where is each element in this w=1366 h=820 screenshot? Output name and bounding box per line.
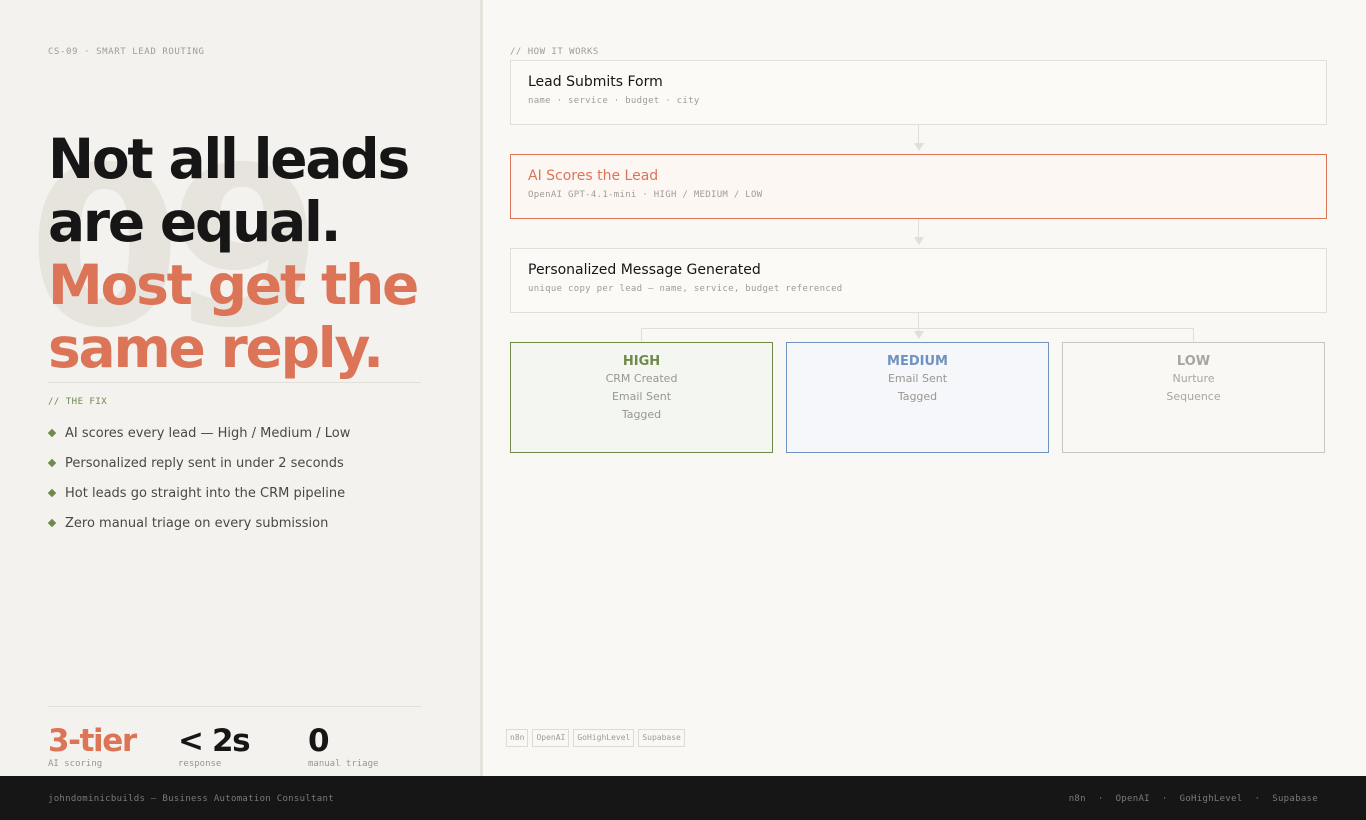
separator-dot: ·: [1254, 794, 1261, 804]
divider: [48, 382, 421, 383]
list-item: Hot leads go straight into the CRM pipel…: [47, 478, 350, 508]
tier-item: Sequence: [1166, 390, 1221, 403]
fix-item-text: Zero manual triage on every submission: [65, 515, 329, 531]
fix-item-text: Personalized reply sent in under 2 secon…: [65, 455, 344, 471]
connector-line: [918, 219, 919, 239]
divider: [48, 706, 421, 707]
fix-item-text: Hot leads go straight into the CRM pipel…: [65, 485, 346, 501]
tier-item: Tagged: [621, 408, 662, 421]
tag-gohighlevel: GoHighLevel: [573, 729, 635, 747]
stats-row: 3-tier AI scoring < 2s response 0 manual…: [48, 724, 438, 769]
step-subtitle: name · service · budget · city: [528, 96, 700, 106]
separator-dot: ·: [1161, 794, 1168, 804]
step-ai-scores-lead: AI Scores the Lead OpenAI GPT-4.1-mini ·…: [510, 154, 1327, 219]
stat-label: manual triage: [308, 759, 379, 769]
tier-title: HIGH: [622, 354, 661, 369]
diamond-bullet-icon: [47, 488, 57, 498]
fix-item-text: AI scores every lead — High / Medium / L…: [65, 425, 351, 441]
step-lead-submits-form: Lead Submits Form name · service · budge…: [510, 60, 1327, 125]
stat-label: AI scoring: [48, 759, 103, 769]
list-item: AI scores every lead — High / Medium / L…: [47, 418, 351, 448]
step-subtitle: unique copy per lead — name, service, bu…: [528, 284, 843, 294]
footer: johndominicbuilds — Business Automation …: [0, 776, 1366, 820]
how-it-works-label: // HOW IT WORKS: [510, 47, 599, 57]
arrow-down-icon: [914, 331, 924, 339]
stat-value: 3-tier: [48, 723, 137, 759]
tier-item: Nurture: [1172, 372, 1215, 385]
branch-line: [1193, 328, 1194, 342]
fix-section-label: // THE FIX: [48, 397, 108, 407]
tier-item: Email Sent: [887, 372, 948, 385]
case-study-eyebrow: CS-09 · SMART LEAD ROUTING: [48, 47, 205, 57]
stat-manual-triage: 0 manual triage: [308, 724, 438, 769]
step-personalized-message: Personalized Message Generated unique co…: [510, 248, 1327, 313]
step-subtitle: OpenAI GPT-4.1-mini · HIGH / MEDIUM / LO…: [528, 190, 763, 200]
list-item: Zero manual triage on every submission: [47, 508, 350, 538]
connector-line: [918, 313, 919, 333]
headline-line-4: same reply.: [48, 316, 384, 380]
separator-dot: ·: [1097, 794, 1104, 804]
step-title: Personalized Message Generated: [528, 262, 761, 278]
stat-value: < 2s: [178, 723, 251, 759]
stat-label: response: [178, 759, 222, 769]
footer-stack-item: n8n: [1068, 794, 1086, 804]
tech-tags: n8n OpenAI GoHighLevel Supabase: [506, 729, 685, 747]
connector-line: [918, 125, 919, 145]
diamond-bullet-icon: [47, 518, 57, 528]
arrow-down-icon: [914, 143, 924, 151]
footer-stack-item: Supabase: [1272, 794, 1318, 804]
tier-item: Tagged: [897, 390, 938, 403]
branch-line: [641, 328, 642, 342]
arrow-down-icon: [914, 237, 924, 245]
left-panel: CS-09 · SMART LEAD ROUTING 09 Not all le…: [0, 0, 480, 776]
tier-medium: MEDIUM Email Sent Tagged: [786, 342, 1049, 453]
tier-title: MEDIUM: [887, 354, 948, 369]
footer-stack-item: OpenAI: [1115, 794, 1150, 804]
tag-openai: OpenAI: [532, 729, 570, 747]
diamond-bullet-icon: [47, 428, 57, 438]
tier-item: Email Sent: [611, 390, 672, 403]
branch-line: [641, 328, 1194, 329]
headline-line-2: are equal.: [48, 190, 342, 254]
tag-supabase: Supabase: [638, 729, 685, 747]
tier-high: HIGH CRM Created Email Sent Tagged: [510, 342, 773, 453]
stat-response: < 2s response: [178, 724, 308, 769]
tier-item: CRM Created: [605, 372, 678, 385]
step-title: Lead Submits Form: [528, 74, 663, 90]
footer-stack: n8n · OpenAI · GoHighLevel · Supabase: [1069, 794, 1318, 804]
headline-line-3: Most get the: [48, 253, 419, 317]
fix-list: AI scores every lead — High / Medium / L…: [47, 418, 351, 538]
headline-line-1: Not all leads: [48, 127, 410, 191]
diamond-bullet-icon: [47, 458, 57, 468]
list-item: Personalized reply sent in under 2 secon…: [47, 448, 350, 478]
step-title: AI Scores the Lead: [528, 168, 659, 184]
stat-value: 0: [308, 723, 330, 759]
tier-title: LOW: [1176, 354, 1211, 369]
footer-stack-item: GoHighLevel: [1179, 794, 1243, 804]
stat-ai-scoring: 3-tier AI scoring: [48, 724, 178, 769]
tag-n8n: n8n: [506, 729, 529, 747]
right-panel: // HOW IT WORKS Lead Submits Form name ·…: [483, 0, 1366, 776]
headline: Not all leads are equal. Most get the sa…: [48, 128, 468, 380]
footer-credit: johndominicbuilds — Business Automation …: [48, 794, 334, 804]
tier-low: LOW Nurture Sequence: [1062, 342, 1325, 453]
